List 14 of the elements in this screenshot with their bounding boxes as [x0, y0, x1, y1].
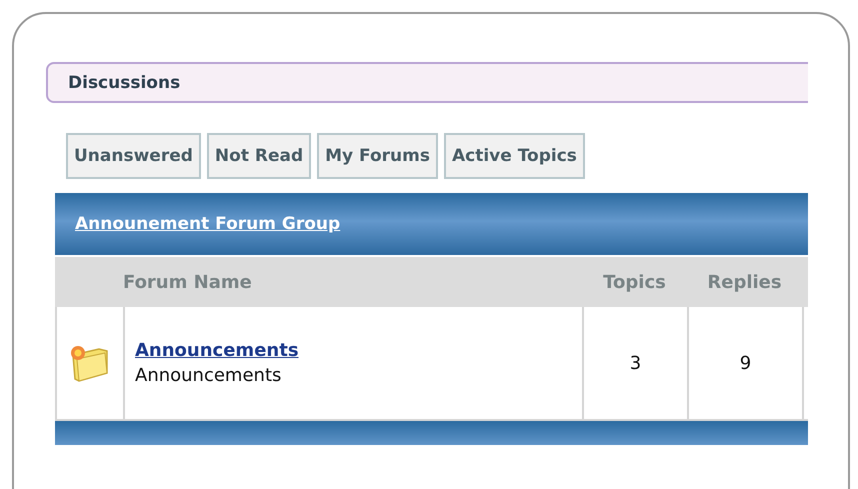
filter-button[interactable]: My Forums	[317, 133, 438, 179]
filter-button[interactable]: Unanswered	[66, 133, 201, 179]
forum-link[interactable]: Announcements	[135, 340, 299, 361]
replies-cell: 9	[689, 307, 804, 419]
topics-cell: 3	[584, 307, 689, 419]
forum-description: Announcements	[135, 365, 282, 386]
group-link[interactable]: Announement Forum Group	[75, 214, 340, 234]
panel-title: Discussions	[68, 72, 180, 92]
filter-button[interactable]: Not Read	[206, 133, 312, 179]
folder-icon	[69, 343, 111, 383]
column-header: Replies	[706, 272, 783, 292]
column-header: Topics	[602, 272, 667, 292]
column-header: Forum Name	[123, 272, 253, 292]
filter-button[interactable]: Active Topics	[444, 133, 585, 179]
